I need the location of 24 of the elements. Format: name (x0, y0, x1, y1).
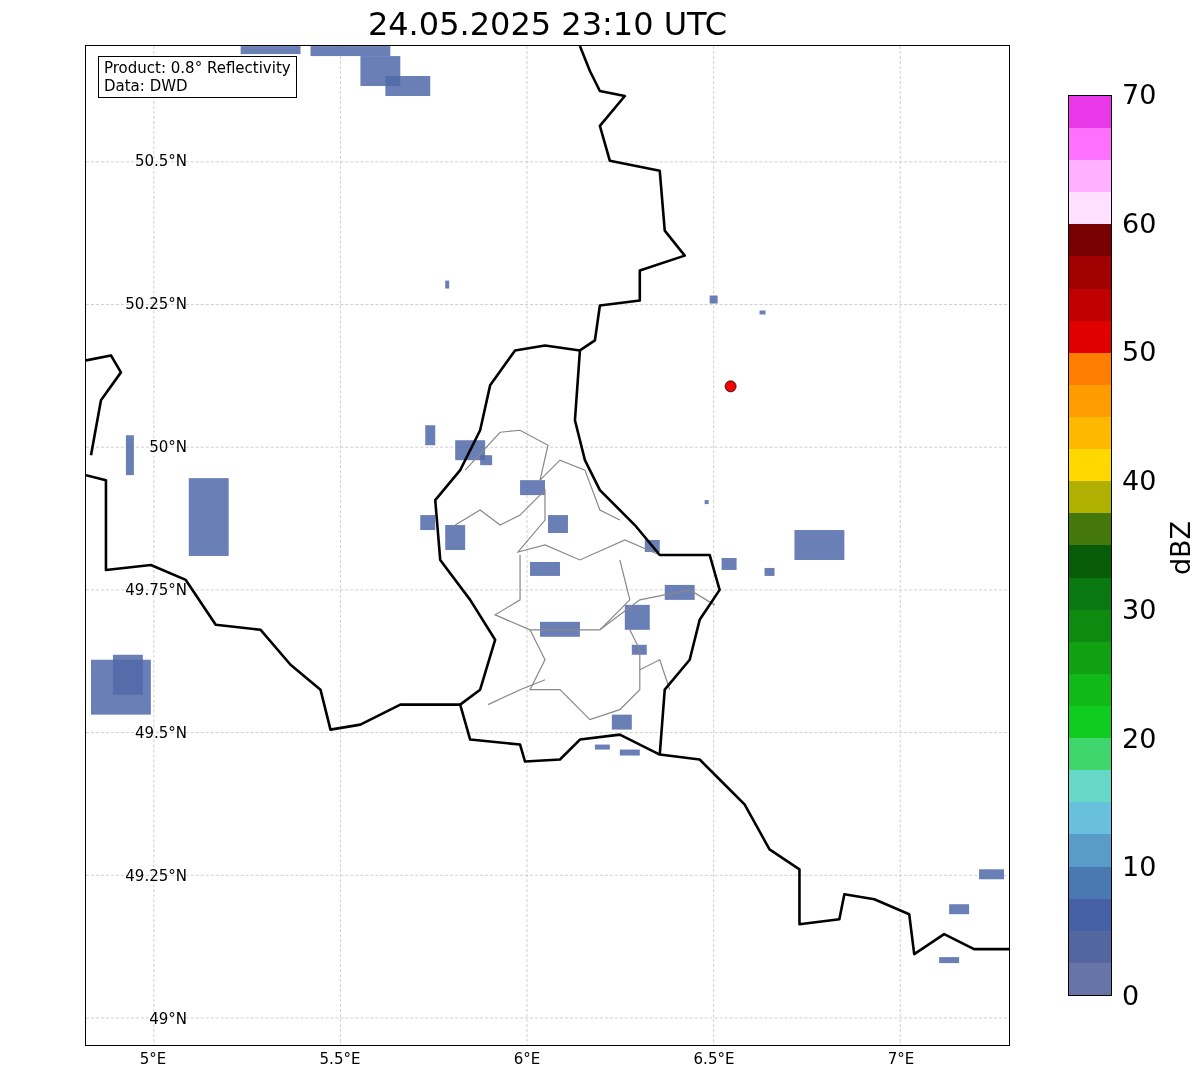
colorbar-tick-label: 70 (1122, 80, 1157, 110)
latitude-label: 50.5°N (134, 152, 187, 170)
longitude-label: 7°E (887, 1050, 915, 1068)
latitude-label: 49.5°N (134, 724, 187, 742)
colorbar-tick-label: 40 (1122, 466, 1157, 497)
longitude-label: 5°E (139, 1050, 167, 1068)
colorbar-tick-label: 60 (1122, 208, 1157, 239)
longitude-label: 5.5°E (319, 1050, 361, 1068)
longitude-label: 6°E (513, 1050, 541, 1068)
latitude-label: 49°N (149, 1010, 187, 1028)
colorbar-tick-label: 10 (1122, 852, 1157, 883)
colorbar-tick-label: 0 (1122, 981, 1140, 1011)
latitude-label: 49.75°N (125, 581, 187, 599)
latitude-label: 50.25°N (125, 295, 187, 313)
info-text: Data: DWD (104, 77, 189, 95)
chart-title: 24.05.2025 23:10 UTC (366, 4, 729, 44)
colorbar-tick-label: 30 (1122, 594, 1157, 625)
colorbar-label: dBZ (1164, 520, 1196, 576)
colorbar-tick-label: 50 (1122, 337, 1157, 368)
latitude-label: 49.25°N (125, 867, 187, 885)
latitude-label: 50°N (149, 438, 187, 456)
info-text: Product: 0.8° Reflectivity (104, 59, 291, 77)
longitude-label: 6.5°E (693, 1050, 735, 1068)
colorbar-tick-label: 20 (1122, 723, 1157, 754)
